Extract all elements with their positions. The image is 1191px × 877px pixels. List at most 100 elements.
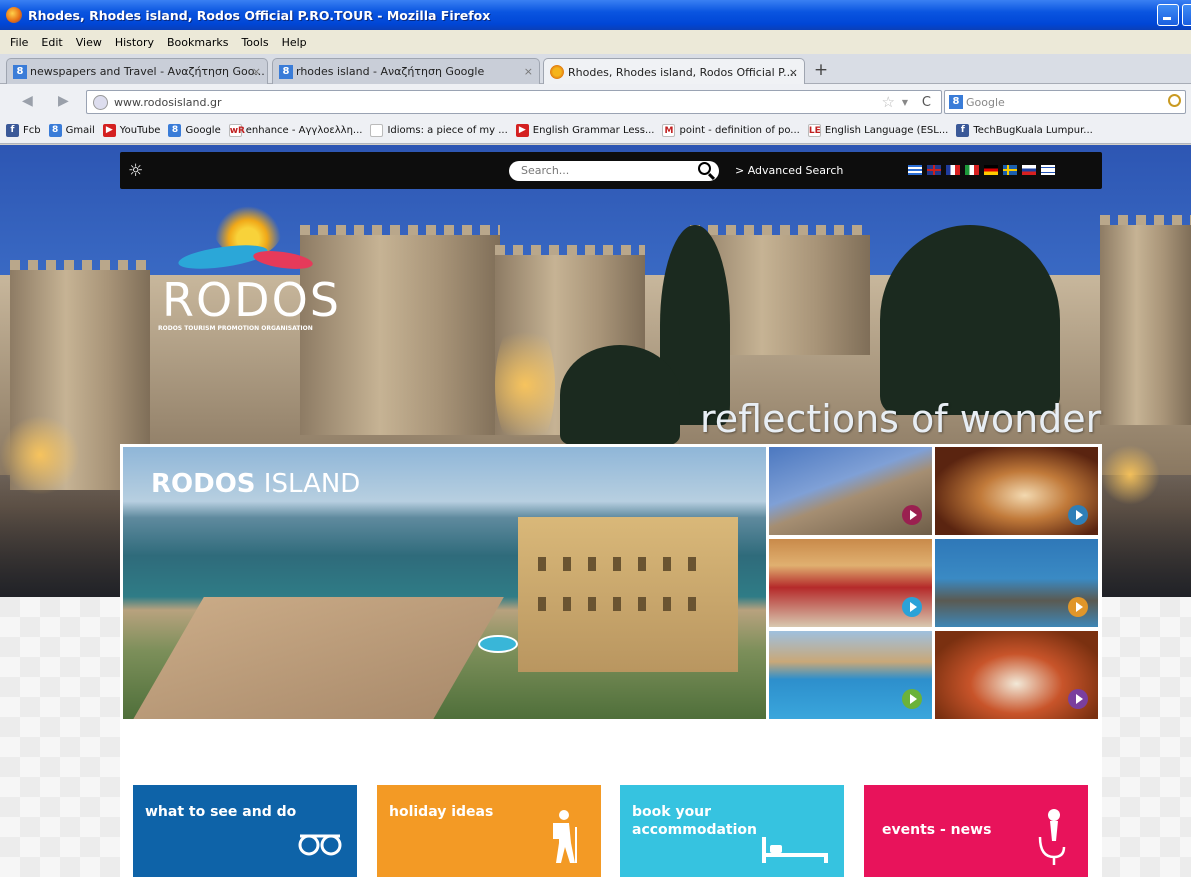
language-flags [908, 165, 1060, 175]
play-icon[interactable] [1068, 597, 1088, 617]
menu-view[interactable]: View [76, 36, 102, 49]
window [663, 597, 671, 611]
thumb-theatre[interactable] [935, 447, 1098, 535]
thumb-coast[interactable] [935, 539, 1098, 627]
microphone-icon [1038, 809, 1066, 865]
menu-file[interactable]: File [10, 36, 28, 49]
tile-what-to-see[interactable]: what to see and do [133, 785, 357, 877]
bookmark-item[interactable]: wR enhance - Αγγλοελλη... [228, 124, 362, 137]
search-icon[interactable] [1168, 94, 1181, 107]
bookmark-item[interactable]: ▶ YouTube [102, 124, 160, 137]
reload-icon[interactable]: C [922, 95, 931, 110]
thumb-food[interactable] [935, 631, 1098, 719]
minimize-button[interactable] [1157, 4, 1179, 26]
history-dropdown-icon[interactable]: ▼ [902, 98, 908, 107]
swedish-flag-icon[interactable] [1003, 165, 1017, 175]
tile-holiday-ideas[interactable]: holiday ideas [377, 785, 601, 877]
menu-bookmarks[interactable]: Bookmarks [167, 36, 228, 49]
google-icon: 8 [949, 95, 963, 109]
play-icon[interactable] [1068, 689, 1088, 709]
bookmark-item[interactable]: 8 Gmail [48, 124, 95, 137]
play-icon[interactable] [902, 505, 922, 525]
tab-newspapers[interactable]: 8 newspapers and Travel - Αναζήτηση Goo.… [6, 58, 268, 84]
bookmark-label: English Grammar Less... [532, 125, 655, 136]
new-tab-button[interactable]: + [808, 60, 834, 82]
google-icon: 8 [13, 64, 27, 79]
italian-flag-icon[interactable] [965, 165, 979, 175]
google-icon: 8 [279, 64, 293, 79]
play-icon[interactable] [902, 597, 922, 617]
bookmark-label: Gmail [65, 125, 95, 136]
window [588, 597, 596, 611]
bookmark-item[interactable]: Mpoint - definition of po... [662, 124, 800, 137]
tile-events-news[interactable]: events - news [864, 785, 1088, 877]
window [563, 597, 571, 611]
search-icon[interactable] [698, 162, 711, 175]
thumb-conference[interactable] [769, 539, 932, 627]
site-search-input[interactable]: Search... [509, 161, 719, 181]
tile-label: events - news [882, 822, 992, 838]
bookmarks-toolbar: f Fcb 8 Gmail ▶ YouTube 8 Google wR enhance - Αγγ… [0, 118, 1191, 144]
menu-edit[interactable]: Edit [41, 36, 62, 49]
play-icon[interactable] [1068, 505, 1088, 525]
hotel-building [518, 517, 738, 672]
menu-help[interactable]: Help [282, 36, 307, 49]
window [538, 597, 546, 611]
tile-book-accommodation[interactable]: book your accommodation [620, 785, 844, 877]
showcase-panel: RODOS ISLAND [120, 444, 1102, 722]
bookmark-item[interactable]: ▶ English Grammar Less... [515, 124, 655, 137]
menu-history[interactable]: History [115, 36, 154, 49]
sun-logo-icon[interactable]: ☼ [128, 161, 148, 181]
menu-bar: File Edit View History Bookmarks Tools H… [0, 30, 1191, 54]
advanced-search-link[interactable]: > Advanced Search [735, 164, 843, 177]
play-icon[interactable] [902, 689, 922, 709]
lamp-glow [1100, 445, 1160, 505]
uk-flag-icon[interactable] [927, 165, 941, 175]
feature-title-bold: RODOS [151, 469, 256, 499]
window [688, 597, 696, 611]
rodos-logo[interactable]: RODOS RODOS TOURISM PROMOTION ORGANISATI… [158, 197, 339, 337]
russian-flag-icon[interactable] [1022, 165, 1036, 175]
bookmark-favicon-icon: f [956, 124, 970, 137]
search-engine-box[interactable]: 8 Google [944, 90, 1186, 114]
forward-icon[interactable]: ▶ [58, 93, 69, 109]
url-text: www.rodosisland.gr [114, 95, 222, 109]
thumb-castle[interactable] [769, 447, 932, 535]
bookmark-item[interactable]: LE English Language (ESL... [807, 124, 948, 137]
tab-rodos-official[interactable]: Rhodes, Rhodes island, Rodos Official P.… [543, 58, 805, 85]
web-page: ☼ Search... > Advanced Search RODOS RODO… [0, 145, 1191, 877]
window-titlebar: Rhodes, Rhodes island, Rodos Official P.… [0, 0, 1191, 30]
window [588, 557, 596, 571]
bookmark-item[interactable]: Idioms: a piece of my ... [370, 124, 508, 137]
israeli-flag-icon[interactable] [1041, 165, 1055, 175]
window [638, 557, 646, 571]
slogan: reflections of wonder [700, 397, 1102, 441]
castle-tower [1100, 215, 1191, 425]
close-tab-icon[interactable]: × [789, 66, 798, 79]
tab-rhodes-search[interactable]: 8 rhodes island - Αναζήτηση Google × [272, 58, 540, 84]
window [563, 557, 571, 571]
tile-label: holiday ideas [389, 804, 494, 820]
bookmark-favicon-icon: wR [228, 124, 245, 137]
thumb-sports[interactable] [769, 631, 932, 719]
bookmark-star-icon[interactable]: ☆ [882, 93, 895, 111]
bookmark-item[interactable]: f TechBugKuala Lumpur... [956, 124, 1093, 137]
close-tab-icon[interactable]: × [524, 65, 533, 78]
bookmark-item[interactable]: 8 Google [168, 124, 221, 137]
german-flag-icon[interactable] [984, 165, 998, 175]
logo-wave-red [252, 247, 314, 273]
feature-image-rodos-island[interactable]: RODOS ISLAND [123, 447, 766, 719]
close-tab-icon[interactable]: × [252, 65, 261, 78]
url-bar[interactable]: www.rodosisland.gr ☆ ▼ C [86, 90, 942, 114]
back-icon[interactable]: ◀ [22, 93, 33, 109]
tab-bar: 8 newspapers and Travel - Αναζήτηση Goo.… [0, 54, 1191, 85]
french-flag-icon[interactable] [946, 165, 960, 175]
greek-flag-icon[interactable] [908, 165, 922, 175]
bookmark-item[interactable]: f Fcb [6, 124, 41, 137]
bookmark-favicon-icon: 8 [168, 124, 182, 137]
menu-tools[interactable]: Tools [241, 36, 268, 49]
firefox-icon [6, 7, 22, 23]
maximize-button[interactable] [1182, 4, 1191, 26]
bookmark-favicon-icon: ▶ [515, 124, 529, 137]
bookmark-label: Idioms: a piece of my ... [387, 125, 508, 136]
